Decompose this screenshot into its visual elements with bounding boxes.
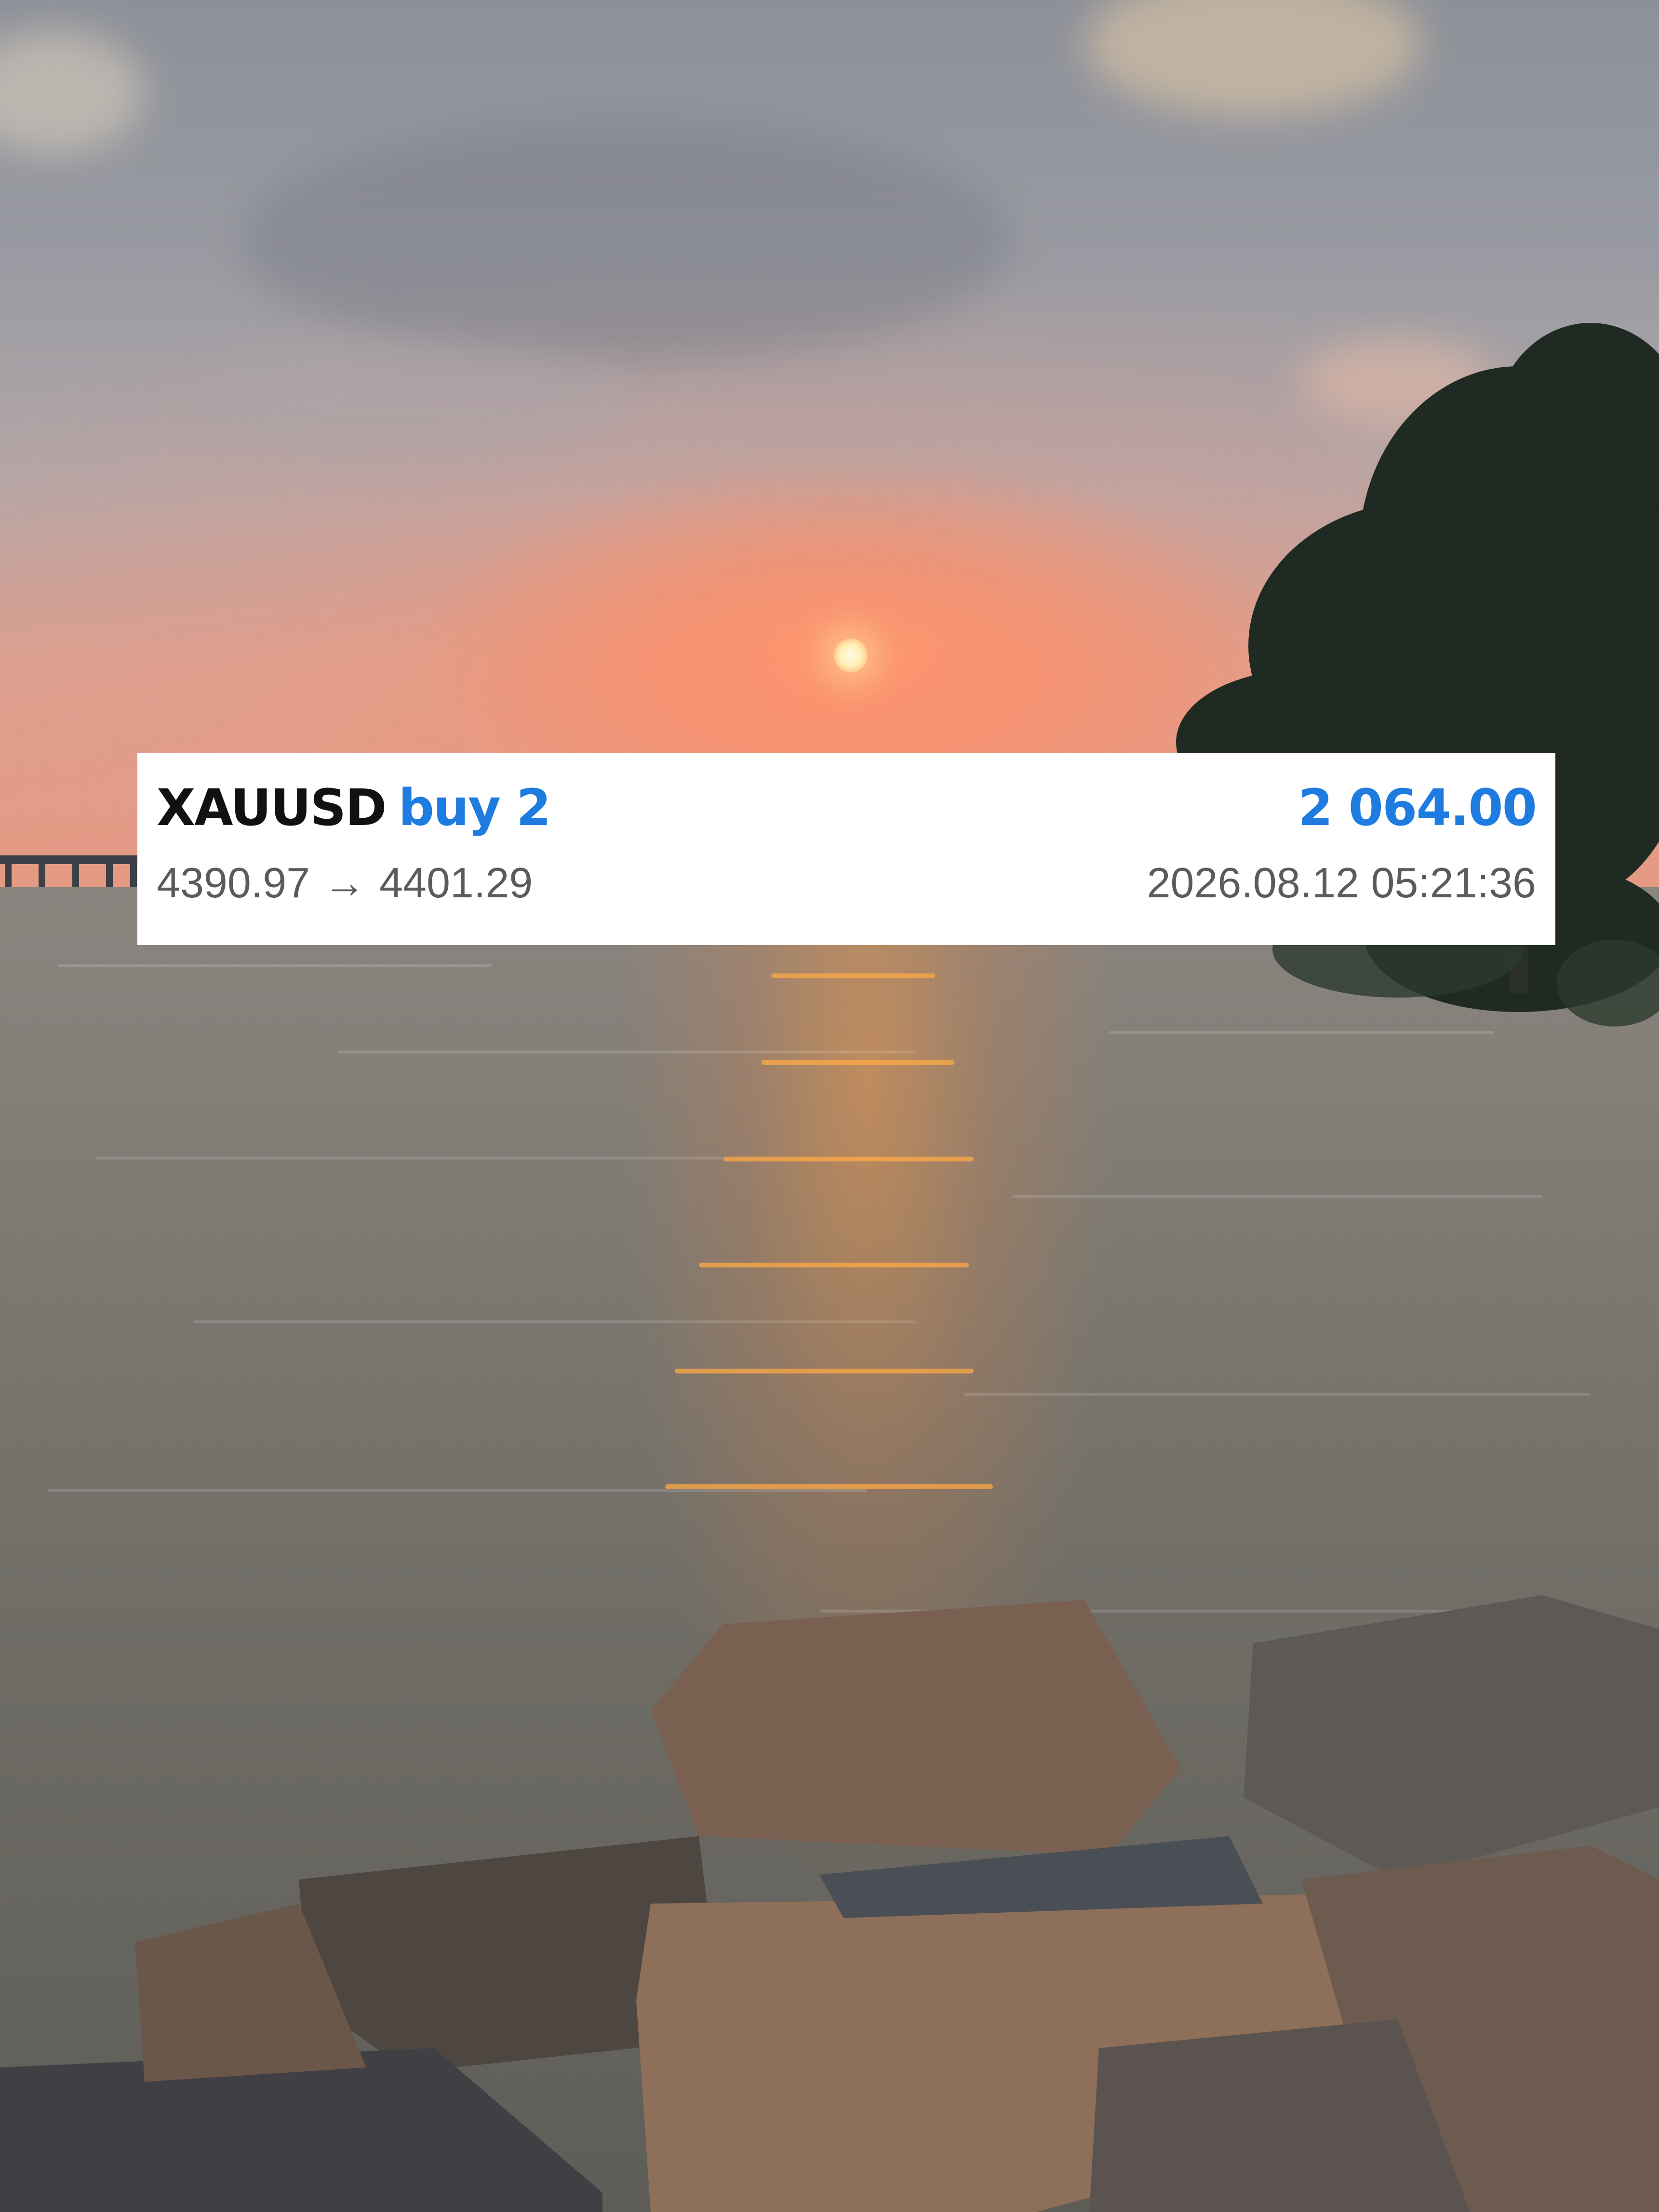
trade-card[interactable]: XAUUSD buy 2 2 064.00 4390.97 → 4401.29 202…: [137, 753, 1555, 945]
trade-direction: buy 2: [398, 778, 551, 837]
water-ripple: [58, 964, 492, 967]
water-ripple: [96, 1157, 723, 1159]
arrow-right-icon: →: [323, 859, 366, 906]
background-photo: [0, 0, 1659, 2212]
cloud: [241, 120, 1012, 361]
sun-glint: [771, 973, 935, 978]
trade-title: XAUUSD buy 2: [157, 778, 551, 837]
water-ripple: [337, 1051, 916, 1053]
water-ripple: [193, 1320, 916, 1323]
sun-glint: [762, 1060, 954, 1065]
close-price: 4401.29: [379, 859, 533, 906]
sun-glint: [699, 1263, 969, 1267]
trade-timestamp: 2026.08.12 05:21:36: [1147, 859, 1536, 906]
trade-card-top-row: XAUUSD buy 2 2 064.00: [157, 778, 1537, 837]
sun-glint: [723, 1157, 974, 1161]
water-ripple: [964, 1393, 1591, 1396]
sun-glint: [665, 1484, 993, 1489]
trade-card-bottom-row: 4390.97 → 4401.29 2026.08.12 05:21:36: [157, 858, 1536, 907]
water-ripple: [1012, 1195, 1542, 1198]
trade-profit: 2 064.00: [1298, 778, 1537, 837]
water-ripple: [48, 1489, 868, 1492]
shore-rocks: [0, 1595, 1659, 2212]
cloud: [193, 337, 627, 463]
trade-prices: 4390.97 → 4401.29: [157, 858, 533, 907]
trade-symbol: XAUUSD: [157, 778, 387, 837]
sun-glint: [675, 1369, 974, 1373]
mangrove-tree: [1176, 323, 1659, 1026]
sun: [834, 639, 868, 672]
open-price: 4390.97: [157, 859, 310, 906]
